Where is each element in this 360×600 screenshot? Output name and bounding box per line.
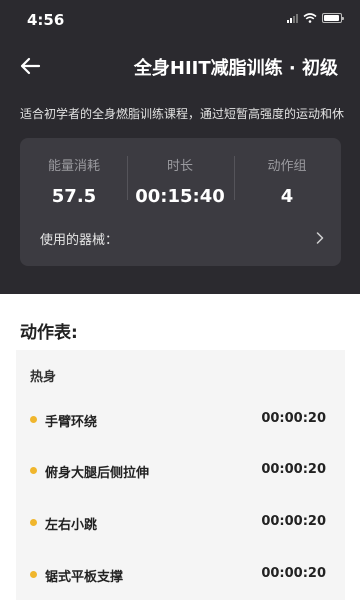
stat-value: 4 <box>280 186 294 207</box>
action-name: 锯式平板支撑 <box>45 570 124 585</box>
action-duration: 00:00:20 <box>261 462 326 477</box>
stat-calories: 能量消耗 57.5 <box>24 155 124 207</box>
action-duration: 00:00:20 <box>261 566 326 581</box>
status-bar: 4:56 <box>0 0 360 40</box>
back-arrow-icon[interactable] <box>19 55 41 77</box>
bullet-dot-icon <box>30 571 37 578</box>
action-name: 手臂环绕 <box>45 415 98 430</box>
stat-duration: 时长 00:15:40 <box>130 155 230 207</box>
divider <box>234 156 235 200</box>
stat-label: 时长 <box>166 159 193 174</box>
page-title: 全身HIIT减脂训练 · 初级 <box>133 58 338 79</box>
action-item[interactable]: 锯式平板支撑 00:00:20 <box>16 563 345 587</box>
bullet-dot-icon <box>30 467 37 474</box>
battery-icon <box>322 13 344 23</box>
divider <box>127 156 128 200</box>
action-list-title: 动作表: <box>20 323 78 343</box>
stats-card: 能量消耗 57.5 时长 00:15:40 动作组 4 使用的器械： <box>20 138 341 266</box>
stat-value: 57.5 <box>51 186 97 207</box>
course-description: 适合初学者的全身燃脂训练课程，通过短暂高强度的运动和休 <box>20 107 345 121</box>
chevron-right-icon <box>316 232 324 244</box>
stat-value: 00:15:40 <box>135 186 225 207</box>
status-icons <box>287 13 344 23</box>
bullet-dot-icon <box>30 416 37 423</box>
stat-action-groups: 动作组 4 <box>237 155 337 207</box>
action-duration: 00:00:20 <box>261 411 326 426</box>
action-item[interactable]: 手臂环绕 00:00:20 <box>16 408 345 432</box>
stat-label: 动作组 <box>267 159 307 174</box>
action-name: 左右小跳 <box>45 518 98 533</box>
action-list: 热身 手臂环绕 00:00:20 俯身大腿后侧拉伸 00:00:20 左右小跳 … <box>16 350 345 600</box>
hero-header: 4:56 全身HIIT减脂训练 · 初级 适合初学者的全身燃脂训练课程，通过短暂… <box>0 0 360 294</box>
stat-label: 能量消耗 <box>47 159 100 174</box>
action-item[interactable]: 左右小跳 00:00:20 <box>16 511 345 535</box>
equipment-row[interactable]: 使用的器械： <box>40 229 324 249</box>
action-duration: 00:00:20 <box>261 514 326 529</box>
action-item[interactable]: 俯身大腿后侧拉伸 00:00:20 <box>16 459 345 483</box>
bullet-dot-icon <box>30 519 37 526</box>
wifi-icon <box>303 13 317 23</box>
action-name: 俯身大腿后侧拉伸 <box>45 466 150 481</box>
status-time: 4:56 <box>27 11 65 29</box>
group-label-warmup: 热身 <box>30 370 57 385</box>
signal-icon <box>287 13 298 23</box>
equipment-label: 使用的器械： <box>40 233 119 248</box>
